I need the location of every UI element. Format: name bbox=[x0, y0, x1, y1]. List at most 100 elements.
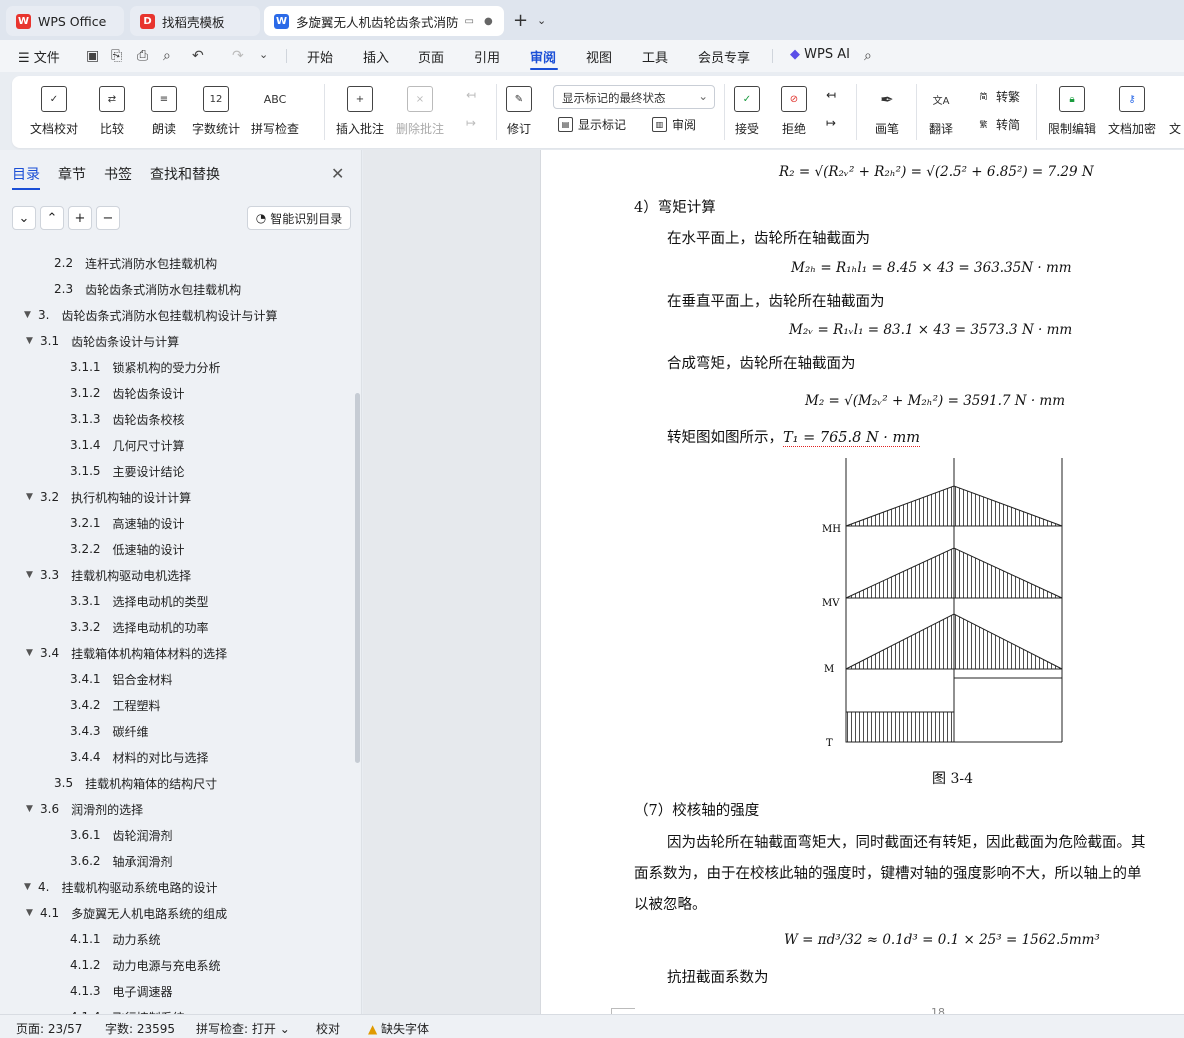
toc-item[interactable]: 3.4.1 铝合金材料 bbox=[70, 668, 173, 690]
accept-button[interactable]: ✓ 接受 bbox=[734, 80, 760, 137]
show-markup-button[interactable]: ▤ 显示标记 bbox=[558, 116, 626, 133]
word-count-status[interactable]: 字数: 23595 bbox=[105, 1020, 175, 1037]
remove-level-button[interactable]: − bbox=[96, 206, 120, 230]
add-level-button[interactable]: + bbox=[68, 206, 92, 230]
toc-item[interactable]: 3.3.1 选择电动机的类型 bbox=[70, 590, 209, 612]
insert-comment-button[interactable]: + 插入批注 bbox=[336, 80, 384, 137]
toc-item[interactable]: 4.1.1 动力系统 bbox=[70, 928, 161, 950]
toc-item[interactable]: ▼ 4.1 多旋翼无人机电路系统的组成 bbox=[26, 902, 227, 924]
menu-page[interactable]: 页面 bbox=[418, 47, 444, 66]
missing-font-status[interactable]: ▲ 缺失字体 bbox=[368, 1020, 429, 1037]
menu-review[interactable]: 审阅 bbox=[530, 47, 556, 66]
nav-tab-bookmark[interactable]: 书签 bbox=[104, 164, 132, 184]
toc-item[interactable]: 3.6.2 轴承润滑剂 bbox=[70, 850, 173, 872]
print-icon[interactable]: ⎙ bbox=[137, 48, 148, 64]
restrict-edit-button[interactable]: 🔒︎ 限制编辑 bbox=[1048, 80, 1096, 137]
markup-state-select[interactable]: 显示标记的最终状态 ⌄ bbox=[553, 85, 715, 109]
smart-toc-button[interactable]: ◔ 智能识别目录 bbox=[247, 206, 351, 230]
toc-item[interactable]: 3.2.1 高速轴的设计 bbox=[70, 512, 185, 534]
expand-arrow-icon[interactable]: ▼ bbox=[26, 804, 40, 814]
expand-arrow-icon[interactable]: ▼ bbox=[26, 648, 40, 658]
collapse-up-button[interactable]: ⌃ bbox=[40, 206, 64, 230]
menu-membership[interactable]: 会员专享 bbox=[698, 47, 750, 66]
toc-item[interactable]: 3.6.1 齿轮润滑剂 bbox=[70, 824, 173, 846]
tab-close-dot-icon[interactable]: ● bbox=[484, 16, 493, 27]
search-icon[interactable]: ⌕ bbox=[864, 48, 872, 64]
nav-tab-toc[interactable]: 目录 bbox=[12, 164, 40, 184]
collapse-down-button[interactable]: ⌄ bbox=[12, 206, 36, 230]
new-tab-button[interactable]: + bbox=[513, 10, 528, 31]
toc-item[interactable]: 2.2 连杆式消防水包挂载机构 bbox=[54, 252, 217, 274]
expand-arrow-icon[interactable]: ▼ bbox=[26, 336, 40, 346]
toc-item[interactable]: 4.1.3 电子调速器 bbox=[70, 980, 173, 1002]
prev-comment-icon[interactable]: ↤ bbox=[466, 88, 476, 102]
expand-arrow-icon[interactable]: ▼ bbox=[26, 570, 40, 580]
save-icon[interactable]: ▣ bbox=[86, 48, 99, 64]
reject-button[interactable]: ⊘ 拒绝 bbox=[781, 80, 807, 137]
toc-item[interactable]: 3.1.5 主要设计结论 bbox=[70, 460, 185, 482]
print-preview-icon[interactable]: ⌕ bbox=[163, 48, 171, 64]
wps-ai-button[interactable]: ◆ WPS AI bbox=[790, 47, 850, 62]
encrypt-button[interactable]: ⚷ 文档加密 bbox=[1108, 80, 1156, 137]
toc-item[interactable]: ▼ 3.2 执行机构轴的设计计算 bbox=[26, 486, 191, 508]
toc-item[interactable]: 2.3 齿轮齿条式消防水包挂载机构 bbox=[54, 278, 241, 300]
tab-template[interactable]: D 找稻壳模板 bbox=[130, 6, 260, 36]
spell-check-button[interactable]: ABC 拼写检查 bbox=[251, 80, 299, 137]
toc-item[interactable]: 4.1.2 动力电源与充电系统 bbox=[70, 954, 221, 976]
compare-button[interactable]: ⇄ 比较 bbox=[99, 80, 125, 137]
redo-icon[interactable]: ↷ bbox=[232, 48, 244, 64]
pen-button[interactable]: ✒ 画笔 bbox=[874, 80, 900, 137]
prev-change-icon[interactable]: ↤ bbox=[826, 88, 836, 102]
toc-item[interactable]: 3.5 挂载机构箱体的结构尺寸 bbox=[54, 772, 217, 794]
undo-icon[interactable]: ↶ bbox=[192, 48, 204, 64]
toc-item[interactable]: ▼ 3. 齿轮齿条式消防水包挂载机构设计与计算 bbox=[24, 304, 277, 326]
toc-item[interactable]: 3.4.4 材料的对比与选择 bbox=[70, 746, 209, 768]
toc-item[interactable]: ▼ 3.6 润滑剂的选择 bbox=[26, 798, 143, 820]
expand-arrow-icon[interactable]: ▼ bbox=[26, 492, 40, 502]
read-aloud-button[interactable]: ≡ 朗读 bbox=[151, 80, 177, 137]
close-icon[interactable]: ✕ bbox=[331, 164, 344, 183]
to-traditional-button[interactable]: 简转繁 bbox=[976, 88, 1021, 105]
toc-item[interactable]: 3.2.2 低速轴的设计 bbox=[70, 538, 185, 560]
toc-item[interactable]: 3.1.2 齿轮齿条设计 bbox=[70, 382, 185, 404]
next-change-icon[interactable]: ↦ bbox=[826, 116, 836, 130]
spell-check-status[interactable]: 拼写检查: 打开 ⌄ bbox=[196, 1020, 290, 1037]
review-pane-button[interactable]: ▥ 审阅 bbox=[652, 116, 696, 133]
nav-tab-find-replace[interactable]: 查找和替换 bbox=[150, 164, 220, 184]
menu-tools[interactable]: 工具 bbox=[642, 47, 668, 66]
proof-status[interactable]: 校对 bbox=[316, 1020, 340, 1037]
toc-item[interactable]: ▼ 3.4 挂载箱体机构箱体材料的选择 bbox=[26, 642, 227, 664]
menu-start[interactable]: 开始 bbox=[307, 47, 333, 66]
toc-item[interactable]: 3.3.2 选择电动机的功率 bbox=[70, 616, 209, 638]
expand-arrow-icon[interactable]: ▼ bbox=[26, 908, 40, 918]
file-menu[interactable]: ☰ 文件 bbox=[18, 47, 60, 66]
toc-item[interactable]: ▼ 4. 挂载机构驱动系统电路的设计 bbox=[24, 876, 217, 898]
tab-document[interactable]: W 多旋翼无人机齿轮齿条式消防 ▭ ● bbox=[264, 6, 504, 36]
track-changes-button[interactable]: ✎ 修订 bbox=[506, 80, 532, 137]
toc-item[interactable]: 3.1.4 几何尺寸计算 bbox=[70, 434, 185, 456]
toc-item[interactable]: 3.1.1 锁紧机构的受力分析 bbox=[70, 356, 221, 378]
expand-arrow-icon[interactable]: ▼ bbox=[24, 310, 38, 320]
word-count-button[interactable]: 12 字数统计 bbox=[192, 80, 240, 137]
toc-item[interactable]: 4.1.4飞行控制系统 bbox=[70, 1006, 185, 1014]
toc-item[interactable]: ▼ 3.3 挂载机构驱动电机选择 bbox=[26, 564, 191, 586]
page-indicator[interactable]: 页面: 23/57 bbox=[16, 1020, 82, 1037]
toc-item[interactable]: ▼ 3.1 齿轮齿条设计与计算 bbox=[26, 330, 179, 352]
toc-item[interactable]: 3.4.3 碳纤维 bbox=[70, 720, 149, 742]
to-simplified-button[interactable]: 繁转简 bbox=[976, 116, 1021, 133]
doc-more-button[interactable]: 文 bbox=[1169, 80, 1184, 137]
translate-button[interactable]: 文A 翻译 bbox=[928, 80, 954, 137]
doc-check-button[interactable]: ✓ 文档校对 bbox=[30, 80, 78, 137]
toc-item[interactable]: 3.4.2 工程塑料 bbox=[70, 694, 161, 716]
toc-scrollbar[interactable] bbox=[355, 393, 360, 763]
document-page[interactable]: R₂ = √(R₂ᵥ² + R₂ₕ²) = √(2.5² + 6.85²) = … bbox=[540, 150, 1184, 1019]
tab-list-chevron-icon[interactable]: ⌄ bbox=[537, 14, 546, 27]
toc-item[interactable]: 3.1.3 齿轮齿条校核 bbox=[70, 408, 185, 430]
next-comment-icon[interactable]: ↦ bbox=[466, 116, 476, 130]
menu-insert[interactable]: 插入 bbox=[363, 47, 389, 66]
export-icon[interactable]: ⎘ bbox=[111, 48, 122, 64]
nav-tab-chapter[interactable]: 章节 bbox=[58, 164, 86, 184]
menu-reference[interactable]: 引用 bbox=[474, 47, 500, 66]
menu-view[interactable]: 视图 bbox=[586, 47, 612, 66]
tab-wps-office[interactable]: W WPS Office bbox=[6, 6, 124, 36]
